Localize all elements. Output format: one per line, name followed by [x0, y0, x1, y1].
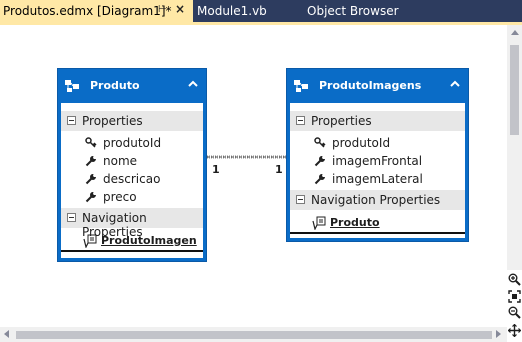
section-label: Navigation Properties: [311, 193, 441, 207]
property-name: produtoId: [332, 136, 391, 150]
property-row[interactable]: descricao: [61, 170, 203, 188]
collapse-section-icon[interactable]: [296, 195, 305, 204]
property-name: imagemLateral: [332, 172, 423, 186]
navigation-section-header[interactable]: Navigation Properties: [61, 208, 203, 239]
collapse-section-icon[interactable]: [67, 213, 76, 222]
zoom-in-icon[interactable]: [508, 273, 521, 286]
tab-module1[interactable]: Module1.vb: [197, 0, 267, 22]
navigation-property-name: ProdutoImagen: [101, 234, 197, 247]
property-row[interactable]: nome: [61, 152, 203, 170]
selection-underline: [290, 232, 465, 234]
tab-object-browser[interactable]: Object Browser: [307, 0, 399, 22]
navigation-property-row[interactable]: Produto: [290, 214, 465, 232]
property-row[interactable]: imagemLateral: [290, 170, 465, 188]
selection-underline: [61, 250, 203, 252]
entity-body: Properties produtoId imagemFrontal image…: [290, 103, 465, 238]
wrench-icon: [314, 155, 325, 167]
entity-title: Produto: [90, 79, 140, 92]
section-label: Properties: [82, 114, 143, 128]
key-icon: [85, 137, 97, 148]
tab-label: Produtos.edmx [Diagram1]*: [3, 4, 172, 18]
pan-move-icon[interactable]: [508, 324, 521, 337]
wrench-icon: [314, 173, 325, 185]
key-icon: [314, 137, 326, 148]
entity-body: Properties produtoId nome descricao prec…: [61, 103, 203, 258]
pin-tab-icon[interactable]: ⊢: [158, 4, 167, 15]
wrench-icon: [85, 155, 96, 167]
zoom-out-icon[interactable]: [508, 306, 521, 319]
zoom-fit-icon[interactable]: [508, 290, 521, 303]
property-row[interactable]: imagemFrontal: [290, 152, 465, 170]
tab-label: Object Browser: [307, 4, 399, 18]
section-label: Properties: [311, 114, 372, 128]
property-row[interactable]: produtoId: [61, 134, 203, 152]
navigation-section-header[interactable]: Navigation Properties: [290, 190, 465, 210]
property-name: descricao: [103, 172, 161, 186]
navigation-property-icon: [312, 216, 326, 230]
collapse-section-icon[interactable]: [296, 116, 305, 125]
chevron-up-icon[interactable]: [450, 79, 460, 89]
entity-produtoimagens[interactable]: ProdutoImagens Properties produtoId imag…: [286, 68, 469, 242]
close-tab-icon[interactable]: ×: [175, 2, 185, 16]
property-name: produtoId: [103, 136, 162, 150]
property-name: preco: [103, 190, 137, 204]
navigation-property-row[interactable]: ProdutoImagen: [61, 232, 203, 250]
scroll-up-icon[interactable]: [511, 30, 519, 35]
property-row[interactable]: produtoId: [290, 134, 465, 152]
right-multiplicity-label: 1: [275, 163, 283, 176]
property-name: imagemFrontal: [332, 154, 423, 168]
horizontal-scrollbar[interactable]: [0, 327, 507, 342]
vertical-scrollbar[interactable]: [507, 25, 522, 270]
properties-section-header[interactable]: Properties: [61, 111, 203, 131]
association-connector[interactable]: [207, 154, 287, 160]
vertical-scroll-thumb[interactable]: [510, 45, 519, 135]
entity-header[interactable]: Produto: [58, 69, 206, 103]
tab-label: Module1.vb: [197, 4, 267, 18]
properties-section-header[interactable]: Properties: [290, 111, 465, 131]
property-row[interactable]: preco: [61, 188, 203, 206]
navigation-property-icon: [83, 234, 97, 248]
entity-title: ProdutoImagens: [319, 79, 422, 92]
collapse-section-icon[interactable]: [67, 116, 76, 125]
horizontal-scroll-thumb[interactable]: [16, 331, 492, 339]
entity-type-icon: [294, 80, 308, 92]
entity-type-icon: [65, 80, 79, 92]
left-multiplicity-label: 1: [212, 163, 220, 176]
scroll-left-icon[interactable]: [4, 330, 9, 338]
property-name: nome: [103, 154, 138, 168]
chevron-up-icon[interactable]: [188, 79, 198, 89]
entity-header[interactable]: ProdutoImagens: [287, 69, 468, 103]
entity-produto[interactable]: Produto Properties produtoId nome descri…: [57, 68, 207, 262]
navigation-property-name: Produto: [330, 216, 380, 229]
scroll-right-icon[interactable]: [496, 330, 501, 338]
wrench-icon: [85, 191, 96, 203]
document-tab-strip: Produtos.edmx [Diagram1]* ⊢ × Module1.vb…: [0, 0, 522, 22]
wrench-icon: [85, 173, 96, 185]
